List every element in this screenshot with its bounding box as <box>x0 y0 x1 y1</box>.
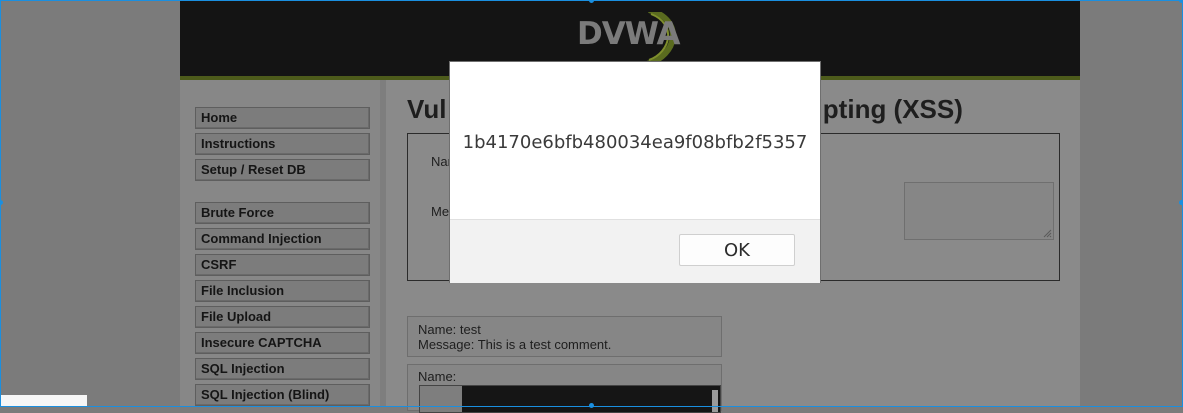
ok-button[interactable]: OK <box>679 234 795 266</box>
menu-item-sql-injection-blind[interactable]: SQL Injection (Blind) <box>195 384 370 406</box>
menu-item-setup-reset-db[interactable]: Setup / Reset DB <box>195 159 370 181</box>
resize-handle-left[interactable] <box>0 200 3 205</box>
injected-element-left <box>420 386 462 412</box>
alert-footer: OK <box>450 219 820 283</box>
menu-item-csrf[interactable]: CSRF <box>195 254 370 276</box>
menu-item-command-injection[interactable]: Command Injection <box>195 228 370 250</box>
resize-handle-bottom[interactable] <box>589 403 594 408</box>
resize-handle-right[interactable] <box>1179 200 1183 205</box>
comment-entry: Name: test Message: This is a test comme… <box>407 316 722 357</box>
resize-handle-top-right[interactable] <box>1179 0 1183 3</box>
menu-item-file-inclusion[interactable]: File Inclusion <box>195 280 370 302</box>
injected-element <box>419 385 721 413</box>
comment-entry-xss: Name: <box>407 364 722 413</box>
menu-divider <box>380 80 386 407</box>
message-textarea[interactable] <box>904 182 1054 240</box>
comment-name: Name: test <box>418 322 481 337</box>
alert-dialog: 1b4170e6bfb480034ea9f08bfb2f5357 OK <box>449 61 821 283</box>
page-title: Vul cripting (XSS) <box>407 94 963 125</box>
resize-grip-icon <box>1043 229 1052 238</box>
menu-item-insecure-captcha[interactable]: Insecure CAPTCHA <box>195 332 370 354</box>
menu-item-home[interactable]: Home <box>195 107 370 129</box>
dvwa-logo: DVWA <box>577 12 687 66</box>
menu-item-brute-force[interactable]: Brute Force <box>195 202 370 224</box>
menu-item-sql-injection[interactable]: SQL Injection <box>195 358 370 380</box>
scrollbar[interactable] <box>712 390 718 412</box>
logo-text: DVWA <box>577 16 681 52</box>
page-title-left: Vul <box>407 94 447 124</box>
taskbar-fragment <box>0 395 87 407</box>
message-label: Me <box>431 204 450 219</box>
alert-message: 1b4170e6bfb480034ea9f08bfb2f5357 <box>462 132 808 153</box>
menu-item-instructions[interactable]: Instructions <box>195 133 370 155</box>
comment-name: Name: <box>418 369 457 384</box>
menu-item-file-upload[interactable]: File Upload <box>195 306 370 328</box>
comment-message: Message: This is a test comment. <box>418 337 612 352</box>
